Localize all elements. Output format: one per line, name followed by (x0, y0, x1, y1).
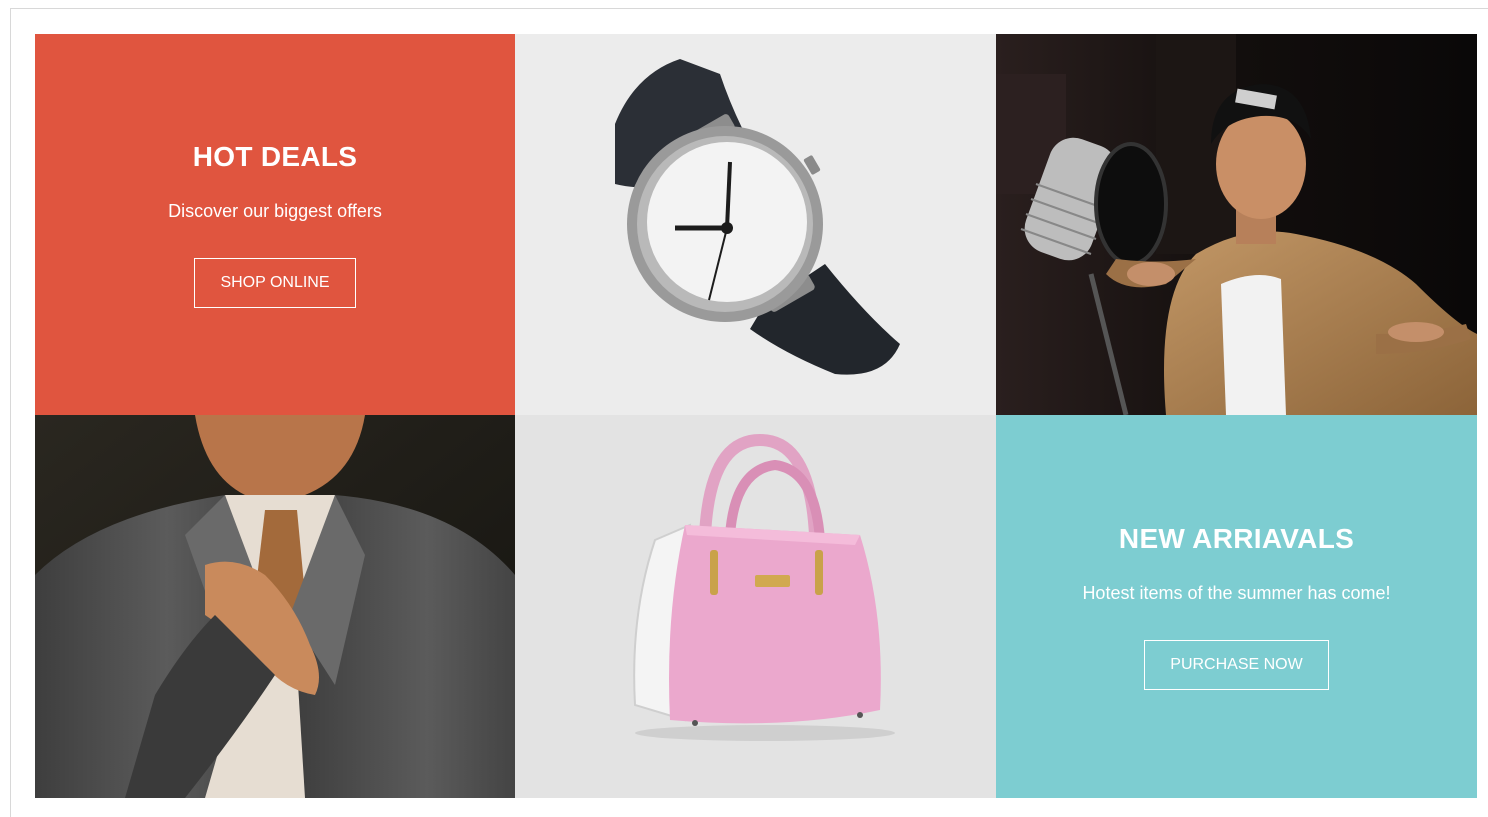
banner-grid: HOT DEALS Discover our biggest offers SH… (35, 34, 1477, 798)
hot-deals-title: HOT DEALS (192, 141, 358, 172)
watch-image[interactable] (515, 34, 996, 415)
new-arrivals-banner: NEW ARRIAVALS Hotest items of the summer… (996, 415, 1477, 798)
handbag-image[interactable] (515, 415, 996, 798)
purchase-now-button[interactable]: PURCHASE NOW (1144, 640, 1329, 690)
hot-deals-subtitle: Discover our biggest offers (168, 201, 382, 221)
hot-deals-banner: HOT DEALS Discover our biggest offers SH… (35, 34, 515, 415)
new-arrivals-title: NEW ARRIAVALS (1118, 523, 1355, 554)
suit-image[interactable] (35, 415, 515, 798)
singer-image[interactable] (996, 34, 1477, 415)
new-arrivals-subtitle: Hotest items of the summer has come! (1082, 583, 1391, 603)
shop-online-button[interactable]: SHOP ONLINE (194, 258, 356, 308)
